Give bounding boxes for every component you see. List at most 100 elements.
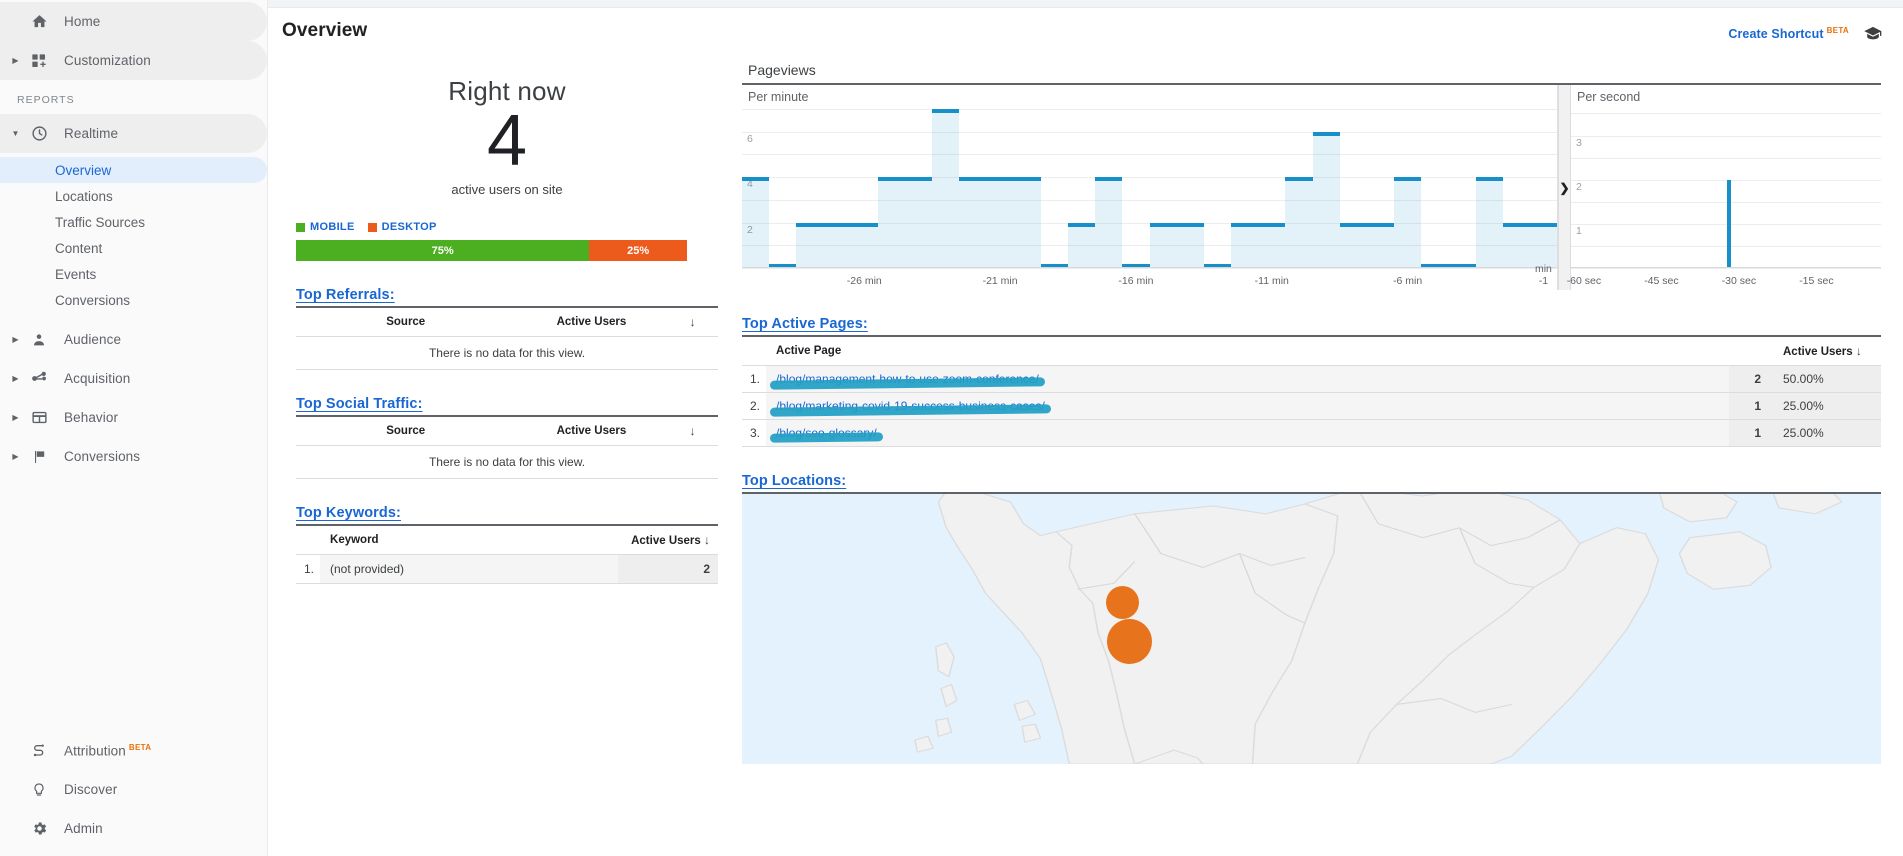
bar-slot[interactable] bbox=[932, 109, 960, 268]
bar-slot[interactable] bbox=[1203, 109, 1232, 268]
redaction-mark bbox=[769, 432, 884, 443]
bar bbox=[959, 177, 987, 268]
bar bbox=[905, 177, 933, 268]
bar bbox=[1394, 177, 1422, 268]
sidebar-item-label: Realtime bbox=[64, 126, 119, 141]
column-header-source[interactable]: Source bbox=[296, 306, 516, 338]
bar-slot[interactable] bbox=[1876, 109, 1881, 268]
bar-slot[interactable] bbox=[1475, 109, 1503, 268]
bar-slot[interactable] bbox=[1502, 109, 1530, 268]
bar-slot[interactable] bbox=[959, 109, 987, 268]
create-shortcut-button[interactable]: Create Shortcut BETA bbox=[1728, 26, 1849, 41]
table-row: 1./blog/management-how-to-use-zoom-confe… bbox=[742, 365, 1881, 393]
column-header-active-users[interactable]: Active Users bbox=[515, 415, 668, 447]
sidebar-item-realtime-overview[interactable]: Overview bbox=[0, 157, 267, 183]
sidebar-item-discover[interactable]: Discover bbox=[0, 770, 267, 809]
sidebar-item-realtime-locations[interactable]: Locations bbox=[0, 183, 267, 209]
bar-slot[interactable] bbox=[1312, 109, 1340, 268]
pageviews-per-second-chart[interactable]: Per second 1 2 3 -60 sec -45 sec -30 sec -15 s… bbox=[1567, 85, 1881, 290]
sidebar-item-realtime[interactable]: ▼ Realtime bbox=[0, 114, 267, 153]
bar-cap bbox=[1013, 177, 1041, 182]
bar-slot[interactable] bbox=[877, 109, 906, 268]
sidebar-item-conversions[interactable]: ▶ Conversions bbox=[0, 437, 267, 476]
map-location-marker[interactable] bbox=[1105, 585, 1139, 619]
sort-descending-arrow[interactable]: ↓ bbox=[667, 306, 718, 338]
bar-slot[interactable] bbox=[823, 109, 851, 268]
device-segment-label: 25% bbox=[627, 244, 650, 257]
map-location-marker[interactable] bbox=[1106, 618, 1152, 664]
column-header-source[interactable]: Source bbox=[296, 415, 516, 447]
bar-slot[interactable] bbox=[1258, 109, 1286, 268]
bar bbox=[1475, 177, 1503, 268]
bar-slot[interactable] bbox=[1068, 109, 1096, 268]
bar-slot[interactable] bbox=[796, 109, 824, 268]
device-segment-label: 75% bbox=[431, 244, 454, 257]
sidebar-item-realtime-content[interactable]: Content bbox=[0, 235, 267, 261]
column-header-active-users[interactable]: Active Users ↓ bbox=[618, 524, 718, 556]
bar-slot[interactable] bbox=[1339, 109, 1367, 268]
top-locations-map[interactable] bbox=[742, 492, 1881, 764]
bar-slot[interactable] bbox=[986, 109, 1014, 268]
bar-cap bbox=[1339, 222, 1367, 227]
bar-slot[interactable] bbox=[1176, 109, 1204, 268]
bar-series bbox=[742, 109, 1558, 268]
sidebar-item-behavior[interactable]: ▶ Behavior bbox=[0, 398, 267, 437]
sidebar-subitem-label: Overview bbox=[55, 162, 112, 178]
bar-slot[interactable] bbox=[1013, 109, 1041, 268]
graduation-cap-icon[interactable] bbox=[1863, 25, 1883, 42]
bar-slot[interactable] bbox=[769, 109, 797, 268]
row-index: 1. bbox=[742, 365, 767, 393]
sidebar-item-audience[interactable]: ▶ Audience bbox=[0, 320, 267, 359]
bar-slot[interactable] bbox=[1149, 109, 1177, 268]
bar-slot[interactable] bbox=[1285, 109, 1313, 268]
bar-slot[interactable] bbox=[1394, 109, 1422, 268]
sidebar-item-realtime-traffic-sources[interactable]: Traffic Sources bbox=[0, 209, 267, 235]
bar bbox=[742, 177, 770, 268]
bar bbox=[1149, 222, 1177, 268]
x-axis-tick-label: min -1 bbox=[1534, 263, 1552, 287]
bar-slot[interactable] bbox=[742, 109, 770, 268]
bar bbox=[1231, 222, 1259, 268]
sidebar-item-acquisition[interactable]: ▶ Acquisition bbox=[0, 359, 267, 398]
legend-item-desktop[interactable]: DESKTOP bbox=[367, 221, 437, 233]
sidebar-item-home[interactable]: Home bbox=[0, 2, 267, 41]
bar-slot[interactable] bbox=[1421, 109, 1449, 268]
bar bbox=[823, 222, 851, 268]
sidebar-item-attribution[interactable]: Attribution BETA bbox=[0, 731, 267, 770]
sidebar-item-realtime-events[interactable]: Events bbox=[0, 261, 267, 287]
sort-descending-arrow[interactable]: ↓ bbox=[704, 533, 710, 547]
left-column: Right now 4 active users on site MOBILE … bbox=[268, 58, 718, 764]
top-active-pages-title: Top Active Pages: bbox=[742, 316, 868, 332]
sidebar-bottom-group: Attribution BETA Discover Admin bbox=[0, 731, 267, 848]
bar-slot[interactable] bbox=[1529, 109, 1558, 268]
expand-chart-button[interactable]: ❯ bbox=[1558, 85, 1571, 290]
column-header-keyword[interactable]: Keyword bbox=[320, 524, 618, 556]
sort-descending-arrow[interactable]: ↓ bbox=[667, 415, 718, 447]
bar-slot[interactable] bbox=[1040, 109, 1069, 268]
active-users-subtitle: active users on site bbox=[451, 182, 563, 198]
bar-slot[interactable] bbox=[1231, 109, 1259, 268]
bar-slot[interactable] bbox=[850, 109, 878, 268]
column-header-active-users[interactable]: Active Users bbox=[515, 306, 668, 338]
pageviews-per-minute-chart[interactable]: Per minute 2 4 6 -26 min -21 min -16 min -11 m… bbox=[742, 85, 1558, 290]
column-header-text: Active Users bbox=[1783, 346, 1853, 358]
sort-descending-arrow[interactable]: ↓ bbox=[1856, 344, 1862, 358]
column-header-active-users[interactable]: Active Users ↓ bbox=[1769, 335, 1881, 366]
column-header-active-page[interactable]: Active Page bbox=[766, 335, 1729, 366]
bar-slot[interactable] bbox=[1122, 109, 1150, 268]
bar-slot[interactable] bbox=[905, 109, 933, 268]
bar bbox=[1502, 222, 1530, 268]
bar-slot[interactable] bbox=[1095, 109, 1123, 268]
device-segment-mobile[interactable]: 75% bbox=[296, 240, 590, 262]
bar-cap bbox=[1366, 222, 1395, 227]
bar-slot[interactable] bbox=[1366, 109, 1395, 268]
bar-slot[interactable] bbox=[1448, 109, 1476, 268]
legend-item-mobile[interactable]: MOBILE bbox=[296, 221, 355, 233]
device-segment-desktop[interactable]: 25% bbox=[589, 240, 687, 262]
x-axis-tick-label: -6 min bbox=[1392, 275, 1423, 287]
sidebar-item-realtime-conversions[interactable]: Conversions bbox=[0, 287, 267, 313]
grid-line bbox=[1571, 268, 1881, 269]
content-grid: Right now 4 active users on site MOBILE … bbox=[268, 52, 1903, 764]
sidebar-item-admin[interactable]: Admin bbox=[0, 809, 267, 848]
sidebar-item-customization[interactable]: ▶ Customization bbox=[0, 41, 267, 80]
